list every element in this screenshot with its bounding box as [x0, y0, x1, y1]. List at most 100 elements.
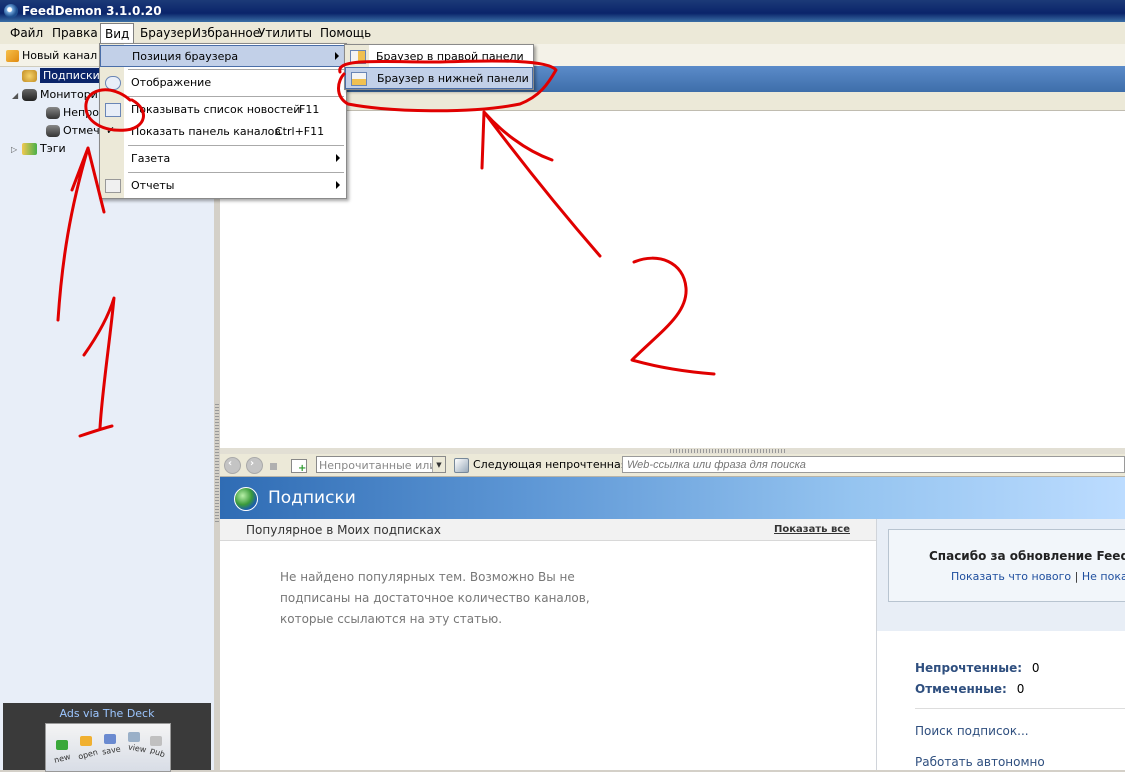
forward-icon: ›	[250, 458, 255, 469]
view-icon	[128, 732, 140, 742]
menu-item-reports[interactable]: Отчеты	[100, 175, 346, 197]
flagged-label: Отмеченные:	[915, 682, 1007, 696]
menu-item-label: Отчеты	[131, 179, 175, 192]
binoculars-icon	[46, 125, 60, 137]
menu-item-display[interactable]: Отображение	[100, 72, 346, 94]
tree-label-tags: Тэги	[40, 142, 66, 155]
chevron-down-icon: ▼	[432, 457, 445, 472]
new-icon	[56, 740, 68, 750]
forward-button[interactable]: ›	[246, 457, 263, 474]
menu-item-browser-position[interactable]: Позиция браузера	[100, 45, 346, 67]
subscriptions-title: Подписки	[268, 488, 356, 508]
new-channel-label: Новый канал	[22, 49, 98, 62]
add-feed-icon: +	[298, 463, 307, 474]
ad-image: new open save view pub	[45, 723, 171, 772]
submenu-arrow-icon	[336, 181, 340, 189]
menu-item-show-channels-panel[interactable]: ✓ Показать панель каналов Ctrl+F11	[100, 121, 346, 143]
globe-icon	[234, 487, 258, 511]
splitter-grip	[215, 404, 219, 524]
stop-icon[interactable]	[270, 463, 277, 470]
menu-separator	[128, 96, 344, 97]
ad-text: Ads via The Deck	[59, 707, 155, 720]
right-panel-icon	[350, 50, 366, 64]
menu-browser[interactable]: Браузер	[140, 26, 192, 40]
tree-item-tags[interactable]: Тэги	[22, 142, 66, 155]
menu-item-label: Браузер в нижней панели	[377, 72, 529, 85]
subscriptions-header: Подписки	[220, 477, 1125, 519]
tree-label-unread: Непро	[63, 106, 99, 119]
flagged-stat[interactable]: Отмеченные: 0	[915, 682, 1024, 696]
binoculars-icon	[46, 107, 60, 119]
submenu-arrow-icon	[335, 52, 339, 60]
thanks-title: Спасибо за обновление FeedD	[929, 549, 1125, 563]
ad-icon-label-view: view	[127, 742, 148, 755]
tags-icon	[22, 143, 37, 155]
popular-header-title: Популярное в Моих подписках	[246, 523, 441, 537]
ad-box[interactable]: Ads via The Deck new open save view pub	[3, 703, 211, 772]
divider	[915, 708, 1125, 709]
menu-item-label: Показывать список новостей	[131, 103, 301, 116]
whats-new-link[interactable]: Показать что нового	[951, 570, 1071, 583]
news-list-icon	[105, 103, 121, 117]
next-unread-button[interactable]: Следующая непрочтенная	[454, 456, 627, 473]
title-bar: FeedDemon 3.1.0.20	[0, 0, 1125, 22]
dont-show-link[interactable]: Не показыв	[1082, 570, 1125, 583]
collapse-arrow-icon[interactable]: ▷	[11, 145, 17, 154]
find-subscriptions-link[interactable]: Поиск подписок...	[915, 724, 1029, 738]
tree-label-monitors: Монитори	[40, 88, 98, 101]
menu-view[interactable]: Вид	[100, 23, 135, 44]
reports-icon	[105, 179, 121, 193]
new-channel-button[interactable]: Новый канал	[6, 49, 97, 62]
new-channel-icon	[6, 50, 19, 62]
news-list-pane[interactable]	[220, 111, 1125, 448]
app-icon	[4, 4, 18, 18]
menu-item-label: Браузер в правой панели	[376, 50, 524, 63]
window-title: FeedDemon 3.1.0.20	[22, 4, 162, 18]
work-offline-link[interactable]: Работать автономно	[915, 755, 1045, 769]
menu-help[interactable]: Помощь	[320, 26, 371, 40]
menu-item-browser-bottom[interactable]: Браузер в нижней панели	[345, 67, 533, 89]
back-button[interactable]: ‹	[224, 457, 241, 474]
menu-file[interactable]: Файл	[10, 26, 43, 40]
unread-stat[interactable]: Непрочтенные: 0	[915, 661, 1039, 675]
filter-select[interactable]: Непрочитанные или с с ▼	[316, 456, 446, 473]
tree-item-unread[interactable]: Непро	[46, 106, 99, 119]
ad-icon-label-new: new	[53, 752, 72, 765]
expand-arrow-icon[interactable]: ◢	[12, 91, 18, 100]
popular-empty-message: Не найдено популярных тем. Возможно Вы н…	[280, 570, 590, 626]
unread-count: 0	[1031, 661, 1040, 675]
menu-bar: Файл Правка Вид Браузер Избранное Утилит…	[0, 22, 1125, 45]
menu-item-newspaper[interactable]: Газета	[100, 148, 346, 170]
menu-item-shortcut: Ctrl+F11	[275, 125, 325, 138]
menu-item-browser-right[interactable]: Браузер в правой панели	[345, 46, 533, 68]
ad-icon-label-pub: pub	[148, 745, 167, 760]
menu-item-label: Позиция браузера	[132, 50, 239, 63]
ad-icon-label-save: save	[101, 744, 122, 757]
popular-header: Популярное в Моих подписках Показать все	[220, 519, 876, 541]
menu-tools[interactable]: Утилиты	[258, 26, 312, 40]
binoculars-icon	[22, 89, 37, 101]
menu-item-label: Отображение	[131, 76, 212, 89]
link-separator: |	[1074, 570, 1079, 583]
tree-item-subscriptions[interactable]: Подписки	[22, 68, 103, 83]
tree-item-monitors[interactable]: Монитори	[22, 88, 98, 101]
show-all-link[interactable]: Показать все	[774, 524, 850, 535]
publish-icon	[150, 736, 162, 746]
bottom-panel-icon	[351, 72, 367, 86]
popular-panel: Популярное в Моих подписках Показать все…	[220, 519, 876, 770]
filter-select-value: Непрочитанные или с с	[319, 459, 446, 472]
menu-item-show-news-list[interactable]: Показывать список новостей F11	[100, 99, 346, 121]
url-search-input[interactable]	[622, 456, 1125, 473]
menu-separator	[128, 145, 344, 146]
tree-item-flagged[interactable]: Отмече	[46, 124, 106, 137]
menu-item-shortcut: F11	[299, 103, 320, 116]
menu-edit[interactable]: Правка	[52, 26, 98, 40]
menu-favorites[interactable]: Избранное	[192, 26, 260, 40]
browser-toolbar: ‹ › + Непрочитанные или с с ▼ Следующая …	[220, 454, 1125, 477]
browser-position-menu: Браузер в правой панели Браузер в нижней…	[344, 44, 534, 90]
flagged-count: 0	[1016, 682, 1025, 696]
subscriptions-icon	[22, 70, 37, 82]
next-unread-icon	[454, 458, 469, 473]
add-feed-button[interactable]: +	[291, 459, 307, 474]
menu-item-label: Показать панель каналов	[131, 125, 281, 138]
